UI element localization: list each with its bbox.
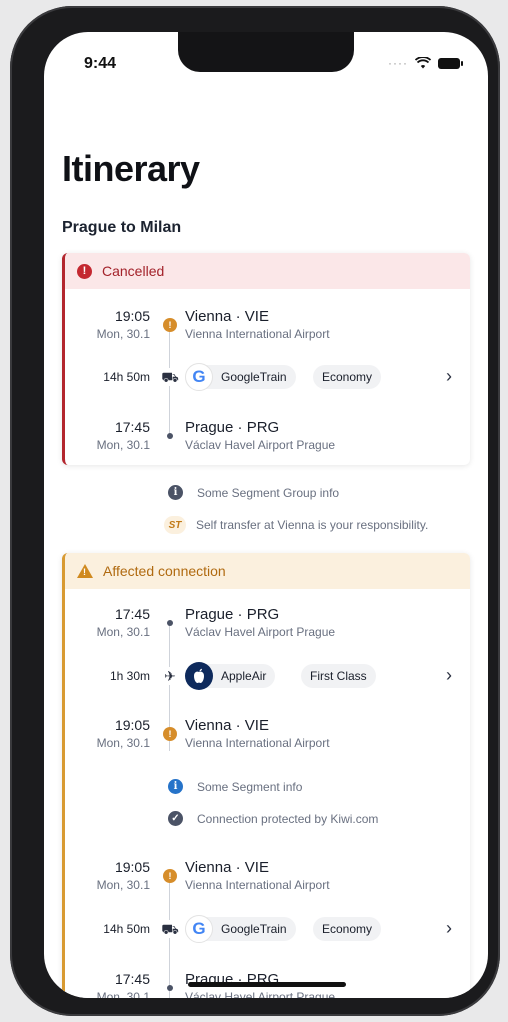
segment-info-line: i Some Segment info (168, 779, 302, 794)
group-info-line: i Some Segment Group info (168, 485, 339, 500)
chevron-right-icon[interactable]: › (446, 918, 452, 939)
arrival-date: Mon, 30.1 (96, 990, 150, 998)
departure-time: 19:05 (114, 859, 150, 875)
arrival-row: 19:05 Mon, 30.1 ! Vienna · VIE Vienna In… (65, 717, 470, 757)
chevron-right-icon[interactable]: › (446, 366, 452, 387)
self-transfer-line: ST Self transfer at Vienna is your respo… (164, 516, 429, 534)
protected-text: Connection protected by Kiwi.com (197, 811, 379, 826)
cancelled-card: ! Cancelled 19:05 Mon, 30.1 ! Vienna · V… (62, 253, 470, 465)
app-screen: 9:44 ···· Itinerary Prague to Milan ! Ca… (44, 32, 488, 998)
home-indicator[interactable] (188, 982, 346, 987)
affected-header: ! Affected connection (65, 553, 470, 589)
arrival-airport: Vienna International Airport (185, 736, 330, 750)
stop-node-icon (167, 620, 173, 626)
arrival-airport: Václav Havel Airport Prague (185, 990, 336, 998)
apple-glyph (194, 668, 204, 683)
cancelled-label: Cancelled (102, 263, 165, 279)
status-time: 9:44 (84, 55, 117, 72)
train-icon: ⛟ (161, 920, 179, 938)
fare-class-pill: First Class (301, 664, 376, 688)
transfer-node-icon: ! (163, 869, 177, 883)
google-logo-icon: G (185, 363, 213, 391)
fare-class-pill: Economy (313, 917, 382, 941)
departure-place: Vienna · VIE (185, 859, 269, 876)
google-logo-icon: G (185, 915, 213, 943)
status-icons: ···· (388, 56, 463, 70)
stop-node-icon (167, 433, 173, 439)
carrier-row[interactable]: 14h 50m ⛟ GoogleTrain G Economy › (65, 914, 470, 946)
route-title: Prague to Milan (62, 219, 182, 236)
self-transfer-text: Self transfer at Vienna is your responsi… (196, 518, 429, 532)
stop-node-icon (167, 985, 173, 991)
departure-airport: Vienna International Airport (185, 327, 330, 341)
battery-icon (438, 57, 463, 69)
departure-place: Vienna · VIE (185, 308, 269, 325)
arrival-place: Prague · PRG (185, 419, 280, 436)
apple-logo-icon (185, 662, 213, 690)
departure-time: 17:45 (114, 606, 150, 622)
departure-row: 19:05 Mon, 30.1 ! Vienna · VIE Vienna In… (65, 308, 470, 348)
transfer-node-icon: ! (163, 727, 177, 741)
self-transfer-icon: ST (164, 516, 186, 534)
signal-dots-icon: ···· (388, 56, 408, 70)
departure-row: 19:05 Mon, 30.1 ! Vienna · VIE Vienna In… (65, 859, 470, 899)
departure-time: 19:05 (114, 308, 150, 324)
info-icon: i (168, 485, 183, 500)
shield-check-icon: ✓ (168, 811, 183, 826)
departure-date: Mon, 30.1 (96, 327, 150, 341)
arrival-time: 17:45 (114, 419, 150, 435)
arrival-date: Mon, 30.1 (96, 438, 150, 452)
arrival-airport: Václav Havel Airport Prague (185, 438, 336, 452)
group-info-text: Some Segment Group info (197, 485, 340, 500)
arrival-time: 19:05 (114, 717, 150, 733)
affected-card: ! Affected connection 17:45 Mon, 30.1 Pr… (62, 553, 470, 998)
departure-date: Mon, 30.1 (96, 625, 150, 639)
carrier-row[interactable]: 1h 30m ✈ AppleAir First Class › (65, 661, 470, 693)
wifi-icon (415, 57, 431, 69)
page-title: Itinerary (62, 148, 200, 189)
notch (178, 32, 354, 72)
protected-line: ✓ Connection protected by Kiwi.com (168, 811, 378, 826)
cancelled-header: ! Cancelled (65, 253, 470, 289)
affected-label: Affected connection (103, 563, 226, 579)
error-icon: ! (77, 263, 92, 279)
arrival-date: Mon, 30.1 (96, 736, 150, 750)
carrier-row[interactable]: 14h 50m ⛟ GoogleTrain G Economy › (65, 362, 470, 394)
departure-airport: Vienna International Airport (185, 878, 330, 892)
departure-row: 17:45 Mon, 30.1 Prague · PRG Václav Have… (65, 606, 470, 646)
info-icon: i (168, 779, 183, 794)
segment-info-text: Some Segment info (197, 779, 303, 794)
phone-frame: 9:44 ···· Itinerary Prague to Milan ! Ca… (10, 6, 500, 1016)
departure-airport: Václav Havel Airport Prague (185, 625, 336, 639)
warning-icon: ! (77, 564, 93, 578)
arrival-time: 17:45 (114, 971, 150, 987)
segment-duration: 14h 50m (103, 922, 150, 936)
segment-duration: 1h 30m (109, 669, 150, 683)
departure-place: Prague · PRG (185, 606, 280, 623)
chevron-right-icon[interactable]: › (446, 665, 452, 686)
fare-class-pill: Economy (313, 365, 382, 389)
departure-date: Mon, 30.1 (96, 878, 150, 892)
transfer-node-icon: ! (163, 318, 177, 332)
segment-duration: 14h 50m (103, 370, 150, 384)
warning-mark: ! (83, 567, 86, 577)
train-icon: ⛟ (161, 368, 179, 386)
plane-icon: ✈ (161, 667, 179, 685)
arrival-row: 17:45 Mon, 30.1 Prague · PRG Václav Have… (65, 419, 470, 459)
arrival-place: Vienna · VIE (185, 717, 269, 734)
